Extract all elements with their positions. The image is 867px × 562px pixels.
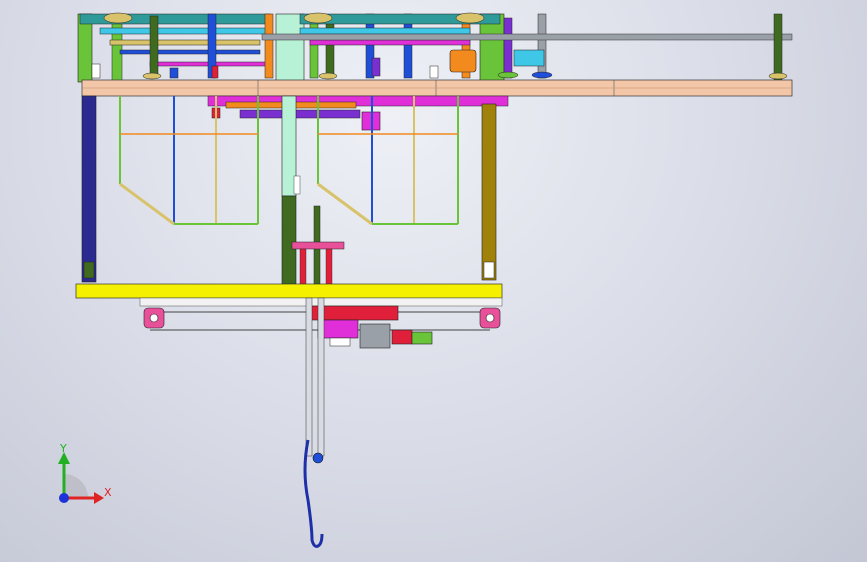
origin-icon [59, 493, 69, 503]
upper-frame-right [275, 12, 553, 83]
y-axis-label: Y [59, 442, 67, 455]
left-column [81, 95, 97, 283]
hanging-rod [303, 297, 325, 548]
x-axis-label: X [104, 486, 112, 499]
right-column [481, 103, 497, 281]
central-shaft [281, 95, 345, 285]
machine-assembly-drawing: Y X [58, 12, 793, 548]
top-beam [81, 79, 793, 97]
upper-frame-left [77, 12, 274, 83]
bottom-beam [75, 283, 503, 331]
cad-viewport[interactable]: Y X [0, 0, 867, 562]
triad-plane-icon [64, 474, 88, 498]
coordinate-triad: Y X [58, 442, 112, 504]
carriage-under-beam [207, 95, 509, 131]
left-hopper-frame [119, 96, 259, 226]
